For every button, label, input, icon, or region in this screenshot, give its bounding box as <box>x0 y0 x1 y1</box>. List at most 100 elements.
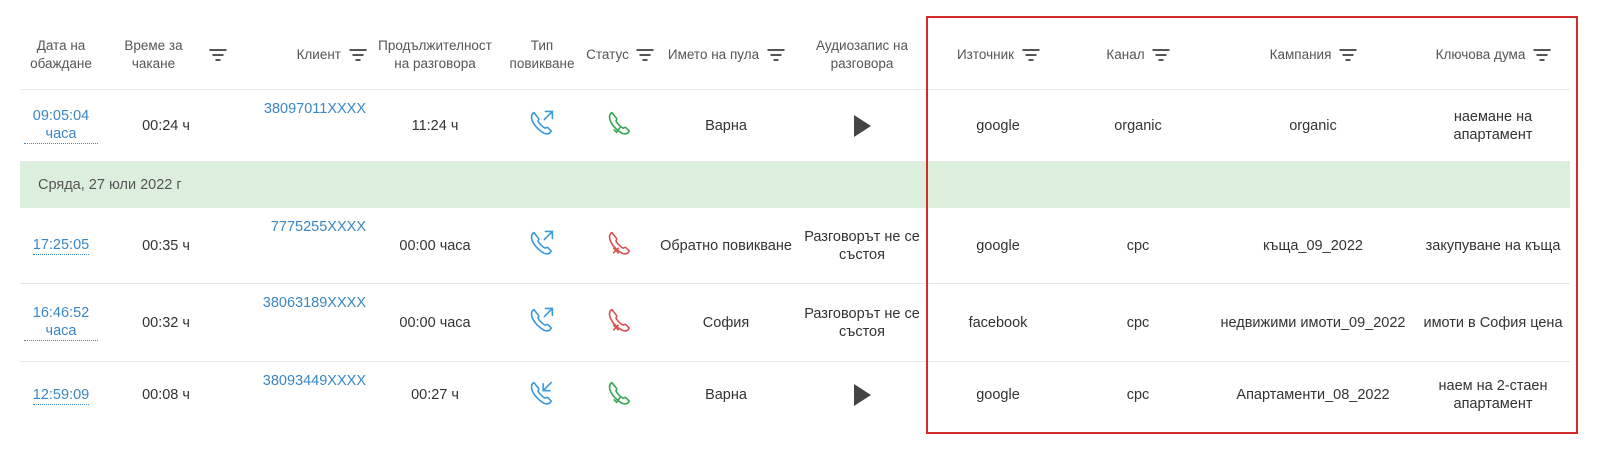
call-status-cell <box>584 208 656 283</box>
incoming-call-icon <box>527 378 557 413</box>
calls-table: Дата на обаждане Време за чакане Клиент … <box>20 20 1570 428</box>
wait-time-cell: 00:35 ч <box>102 208 230 283</box>
header-pool[interactable]: Името на пула <box>656 20 796 89</box>
channel: cpc <box>1126 314 1150 331</box>
pool-name-cell: Варна <box>656 90 796 161</box>
campaign: къща_09_2022 <box>1263 237 1363 254</box>
call-duration: 00:00 часа <box>399 237 471 254</box>
date-group-row: Сряда, 27 юли 2022 г <box>20 162 1570 208</box>
call-date-cell: 09:05:04 часа <box>20 90 102 161</box>
header-source[interactable]: Източник <box>928 20 1068 89</box>
outgoing-call-icon <box>527 108 557 143</box>
call-date[interactable]: 17:25:05 <box>32 236 90 255</box>
call-type-cell <box>500 284 584 361</box>
client-number-cell: 38093449XXXX <box>230 362 370 428</box>
audio-status-text: Разговорът не се състоя <box>804 305 920 340</box>
filter-icon[interactable] <box>1533 48 1551 61</box>
table-row: 09:05:04 часа 00:24 ч 38097011XXXX 11:24 ч В… <box>20 90 1570 162</box>
source: google <box>976 387 1020 403</box>
audio-status-text: Разговорът не се състоя <box>804 228 920 263</box>
pool-name-cell: Варна <box>656 362 796 428</box>
play-icon[interactable] <box>853 114 871 137</box>
keyword: наем на 2-стаен апартамент <box>1438 378 1548 412</box>
channel-cell: cpc <box>1068 284 1208 361</box>
header-keyword[interactable]: Ключова дума <box>1418 20 1568 89</box>
client-number[interactable]: 7775255XXXX <box>271 218 366 236</box>
client-number-cell: 7775255XXXX <box>230 208 370 283</box>
keyword: закупуване на къща <box>1425 237 1561 254</box>
audio-record-cell: Разговорът не се състоя <box>796 284 928 361</box>
filter-icon[interactable] <box>1022 48 1040 61</box>
filter-icon[interactable] <box>1339 48 1357 61</box>
pool-name: Обратно повикване <box>660 237 792 254</box>
source: google <box>976 117 1020 134</box>
header-type[interactable]: Тип повикване <box>500 20 584 89</box>
keyword-cell: наемане на апартамент <box>1418 90 1568 161</box>
header-status[interactable]: Статус <box>584 20 656 89</box>
source-cell: google <box>928 362 1068 428</box>
filter-icon[interactable] <box>636 48 654 61</box>
call-date[interactable]: 09:05:04 часа <box>24 107 98 144</box>
audio-record-cell <box>796 90 928 161</box>
call-duration-cell: 00:27 ч <box>370 362 500 428</box>
call-date[interactable]: 16:46:52 часа <box>24 304 98 341</box>
keyword-cell: закупуване на къща <box>1418 208 1568 283</box>
keyword-cell: наем на 2-стаен апартамент <box>1418 362 1568 428</box>
header-wait[interactable]: Време за чакане <box>102 20 230 89</box>
date-group-label: Сряда, 27 юли 2022 г <box>38 177 182 193</box>
header-channel[interactable]: Канал <box>1068 20 1208 89</box>
audio-record-cell <box>796 362 928 428</box>
filter-icon[interactable] <box>209 48 226 61</box>
client-number[interactable]: 38063189XXXX <box>263 294 366 312</box>
call-status-cell <box>584 90 656 161</box>
call-duration-cell: 00:00 часа <box>370 284 500 361</box>
channel: organic <box>1114 117 1162 134</box>
call-answered-icon <box>605 108 635 143</box>
call-status-cell <box>584 284 656 361</box>
wait-time: 00:24 ч <box>142 117 190 134</box>
campaign-cell: Апартаменти_08_2022 <box>1208 362 1418 428</box>
channel-cell: cpc <box>1068 362 1208 428</box>
header-duration[interactable]: Продължителност на разговора <box>370 20 500 89</box>
source: facebook <box>968 314 1028 331</box>
client-number-cell: 38097011XXXX <box>230 90 370 161</box>
client-number[interactable]: 38097011XXXX <box>264 100 366 118</box>
header-client[interactable]: Клиент <box>230 20 370 89</box>
outgoing-call-icon <box>527 305 557 340</box>
call-duration-cell: 11:24 ч <box>370 90 500 161</box>
call-date-cell: 17:25:05 <box>20 208 102 283</box>
header-date[interactable]: Дата на обаждане <box>20 20 102 89</box>
wait-time: 00:08 ч <box>142 387 190 403</box>
channel: cpc <box>1126 237 1150 254</box>
pool-name-cell: София <box>656 284 796 361</box>
wait-time: 00:35 ч <box>142 237 190 254</box>
pool-name: Варна <box>705 117 747 134</box>
client-number[interactable]: 38093449XXXX <box>263 372 366 390</box>
pool-name-cell: Обратно повикване <box>656 208 796 283</box>
table-row: 17:25:05 00:35 ч 7775255XXXX 00:00 часа Обра… <box>20 208 1570 284</box>
campaign: organic <box>1289 117 1337 134</box>
call-duration-cell: 00:00 часа <box>370 208 500 283</box>
call-duration: 00:00 часа <box>399 314 471 331</box>
channel-cell: organic <box>1068 90 1208 161</box>
source-cell: google <box>928 208 1068 283</box>
table-header: Дата на обаждане Време за чакане Клиент … <box>20 20 1570 90</box>
play-icon[interactable] <box>853 384 871 406</box>
filter-icon[interactable] <box>767 48 785 61</box>
call-type-cell <box>500 90 584 161</box>
source-cell: google <box>928 90 1068 161</box>
header-audio[interactable]: Аудиозапис на разговора <box>796 20 928 89</box>
filter-icon[interactable] <box>1152 48 1170 61</box>
call-date-cell: 12:59:09 <box>20 362 102 428</box>
header-campaign[interactable]: Кампания <box>1208 20 1418 89</box>
keyword: наемане на апартамент <box>1453 108 1533 143</box>
wait-time-cell: 00:08 ч <box>102 362 230 428</box>
call-date[interactable]: 12:59:09 <box>32 386 90 405</box>
campaign: Апартаменти_08_2022 <box>1236 387 1390 403</box>
pool-name: Варна <box>705 387 747 403</box>
call-status-cell <box>584 362 656 428</box>
pool-name: София <box>702 314 750 331</box>
campaign-cell: недвижими имоти_09_2022 <box>1208 284 1418 361</box>
filter-icon[interactable] <box>349 48 366 61</box>
call-answered-icon <box>605 378 635 413</box>
